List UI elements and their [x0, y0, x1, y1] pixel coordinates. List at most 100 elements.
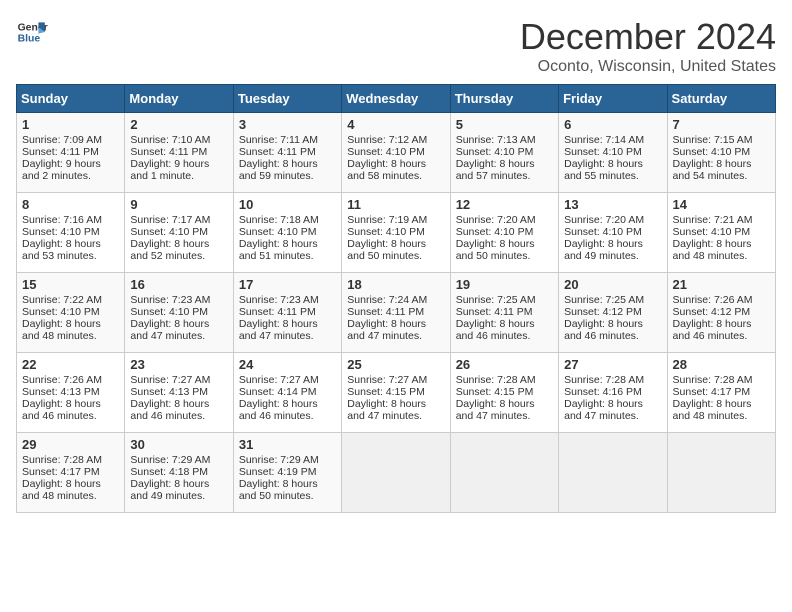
sunrise-text: Sunrise: 7:25 AM — [564, 294, 644, 306]
sunset-text: Sunset: 4:10 PM — [673, 226, 751, 238]
sunset-text: Sunset: 4:10 PM — [456, 146, 534, 158]
sunrise-text: Sunrise: 7:24 AM — [347, 294, 427, 306]
day-number: 2 — [130, 117, 227, 132]
sunrise-text: Sunrise: 7:28 AM — [456, 374, 536, 386]
day-number: 21 — [673, 277, 770, 292]
calendar-cell: 2 Sunrise: 7:10 AM Sunset: 4:11 PM Dayli… — [125, 113, 233, 193]
sunrise-text: Sunrise: 7:27 AM — [239, 374, 319, 386]
daylight-text: Daylight: 8 hours and 54 minutes. — [673, 158, 752, 182]
sunset-text: Sunset: 4:14 PM — [239, 386, 317, 398]
sunset-text: Sunset: 4:18 PM — [130, 466, 208, 478]
daylight-text: Daylight: 8 hours and 47 minutes. — [239, 318, 318, 342]
daylight-text: Daylight: 8 hours and 49 minutes. — [130, 478, 209, 502]
day-number: 31 — [239, 437, 336, 452]
day-number: 4 — [347, 117, 444, 132]
day-number: 19 — [456, 277, 553, 292]
sunrise-text: Sunrise: 7:16 AM — [22, 214, 102, 226]
sunset-text: Sunset: 4:10 PM — [130, 226, 208, 238]
calendar-cell: 26 Sunrise: 7:28 AM Sunset: 4:15 PM Dayl… — [450, 353, 558, 433]
day-number: 6 — [564, 117, 661, 132]
day-number: 9 — [130, 197, 227, 212]
day-number: 10 — [239, 197, 336, 212]
day-header-friday: Friday — [559, 85, 667, 113]
day-number: 11 — [347, 197, 444, 212]
calendar-cell: 4 Sunrise: 7:12 AM Sunset: 4:10 PM Dayli… — [342, 113, 450, 193]
day-number: 13 — [564, 197, 661, 212]
header: General Blue December 2024 Oconto, Wisco… — [16, 16, 776, 76]
sunrise-text: Sunrise: 7:26 AM — [673, 294, 753, 306]
calendar-week-row: 8 Sunrise: 7:16 AM Sunset: 4:10 PM Dayli… — [17, 193, 776, 273]
day-header-wednesday: Wednesday — [342, 85, 450, 113]
calendar-cell: 31 Sunrise: 7:29 AM Sunset: 4:19 PM Dayl… — [233, 433, 341, 513]
day-number: 22 — [22, 357, 119, 372]
daylight-text: Daylight: 8 hours and 47 minutes. — [130, 318, 209, 342]
calendar-cell: 17 Sunrise: 7:23 AM Sunset: 4:11 PM Dayl… — [233, 273, 341, 353]
day-number: 18 — [347, 277, 444, 292]
sunrise-text: Sunrise: 7:09 AM — [22, 134, 102, 146]
sunset-text: Sunset: 4:12 PM — [564, 306, 642, 318]
daylight-text: Daylight: 8 hours and 48 minutes. — [673, 238, 752, 262]
calendar-cell: 7 Sunrise: 7:15 AM Sunset: 4:10 PM Dayli… — [667, 113, 775, 193]
sunset-text: Sunset: 4:15 PM — [347, 386, 425, 398]
sunrise-text: Sunrise: 7:28 AM — [673, 374, 753, 386]
calendar-cell — [450, 433, 558, 513]
sunrise-text: Sunrise: 7:19 AM — [347, 214, 427, 226]
sunset-text: Sunset: 4:10 PM — [347, 226, 425, 238]
sunset-text: Sunset: 4:10 PM — [456, 226, 534, 238]
calendar-cell: 19 Sunrise: 7:25 AM Sunset: 4:11 PM Dayl… — [450, 273, 558, 353]
sunset-text: Sunset: 4:11 PM — [22, 146, 99, 158]
daylight-text: Daylight: 8 hours and 48 minutes. — [673, 398, 752, 422]
calendar-cell: 9 Sunrise: 7:17 AM Sunset: 4:10 PM Dayli… — [125, 193, 233, 273]
day-header-sunday: Sunday — [17, 85, 125, 113]
daylight-text: Daylight: 8 hours and 59 minutes. — [239, 158, 318, 182]
sunset-text: Sunset: 4:11 PM — [239, 146, 316, 158]
daylight-text: Daylight: 8 hours and 46 minutes. — [456, 318, 535, 342]
day-number: 30 — [130, 437, 227, 452]
sunset-text: Sunset: 4:13 PM — [130, 386, 208, 398]
calendar-cell: 10 Sunrise: 7:18 AM Sunset: 4:10 PM Dayl… — [233, 193, 341, 273]
sunrise-text: Sunrise: 7:26 AM — [22, 374, 102, 386]
sunrise-text: Sunrise: 7:29 AM — [239, 454, 319, 466]
daylight-text: Daylight: 8 hours and 50 minutes. — [347, 238, 426, 262]
day-header-thursday: Thursday — [450, 85, 558, 113]
sunrise-text: Sunrise: 7:23 AM — [130, 294, 210, 306]
calendar-cell — [667, 433, 775, 513]
sunset-text: Sunset: 4:13 PM — [22, 386, 100, 398]
sunrise-text: Sunrise: 7:23 AM — [239, 294, 319, 306]
calendar-cell: 18 Sunrise: 7:24 AM Sunset: 4:11 PM Dayl… — [342, 273, 450, 353]
daylight-text: Daylight: 8 hours and 57 minutes. — [456, 158, 535, 182]
day-number: 3 — [239, 117, 336, 132]
daylight-text: Daylight: 8 hours and 50 minutes. — [239, 478, 318, 502]
day-header-tuesday: Tuesday — [233, 85, 341, 113]
day-number: 14 — [673, 197, 770, 212]
sunrise-text: Sunrise: 7:14 AM — [564, 134, 644, 146]
logo-icon: General Blue — [16, 16, 48, 48]
calendar-cell: 22 Sunrise: 7:26 AM Sunset: 4:13 PM Dayl… — [17, 353, 125, 433]
daylight-text: Daylight: 9 hours and 1 minute. — [130, 158, 209, 182]
day-number: 17 — [239, 277, 336, 292]
sunset-text: Sunset: 4:11 PM — [456, 306, 533, 318]
daylight-text: Daylight: 9 hours and 2 minutes. — [22, 158, 101, 182]
sunrise-text: Sunrise: 7:11 AM — [239, 134, 318, 146]
sunset-text: Sunset: 4:10 PM — [673, 146, 751, 158]
sunset-text: Sunset: 4:10 PM — [239, 226, 317, 238]
sunrise-text: Sunrise: 7:29 AM — [130, 454, 210, 466]
daylight-text: Daylight: 8 hours and 50 minutes. — [456, 238, 535, 262]
sunset-text: Sunset: 4:10 PM — [564, 226, 642, 238]
sunset-text: Sunset: 4:17 PM — [673, 386, 751, 398]
calendar-cell: 1 Sunrise: 7:09 AM Sunset: 4:11 PM Dayli… — [17, 113, 125, 193]
sunrise-text: Sunrise: 7:22 AM — [22, 294, 102, 306]
sunrise-text: Sunrise: 7:12 AM — [347, 134, 427, 146]
daylight-text: Daylight: 8 hours and 55 minutes. — [564, 158, 643, 182]
sunrise-text: Sunrise: 7:27 AM — [130, 374, 210, 386]
calendar-cell — [559, 433, 667, 513]
calendar-cell: 6 Sunrise: 7:14 AM Sunset: 4:10 PM Dayli… — [559, 113, 667, 193]
day-number: 8 — [22, 197, 119, 212]
daylight-text: Daylight: 8 hours and 48 minutes. — [22, 318, 101, 342]
sunset-text: Sunset: 4:10 PM — [347, 146, 425, 158]
daylight-text: Daylight: 8 hours and 51 minutes. — [239, 238, 318, 262]
calendar-cell: 30 Sunrise: 7:29 AM Sunset: 4:18 PM Dayl… — [125, 433, 233, 513]
day-number: 1 — [22, 117, 119, 132]
day-number: 7 — [673, 117, 770, 132]
daylight-text: Daylight: 8 hours and 47 minutes. — [456, 398, 535, 422]
